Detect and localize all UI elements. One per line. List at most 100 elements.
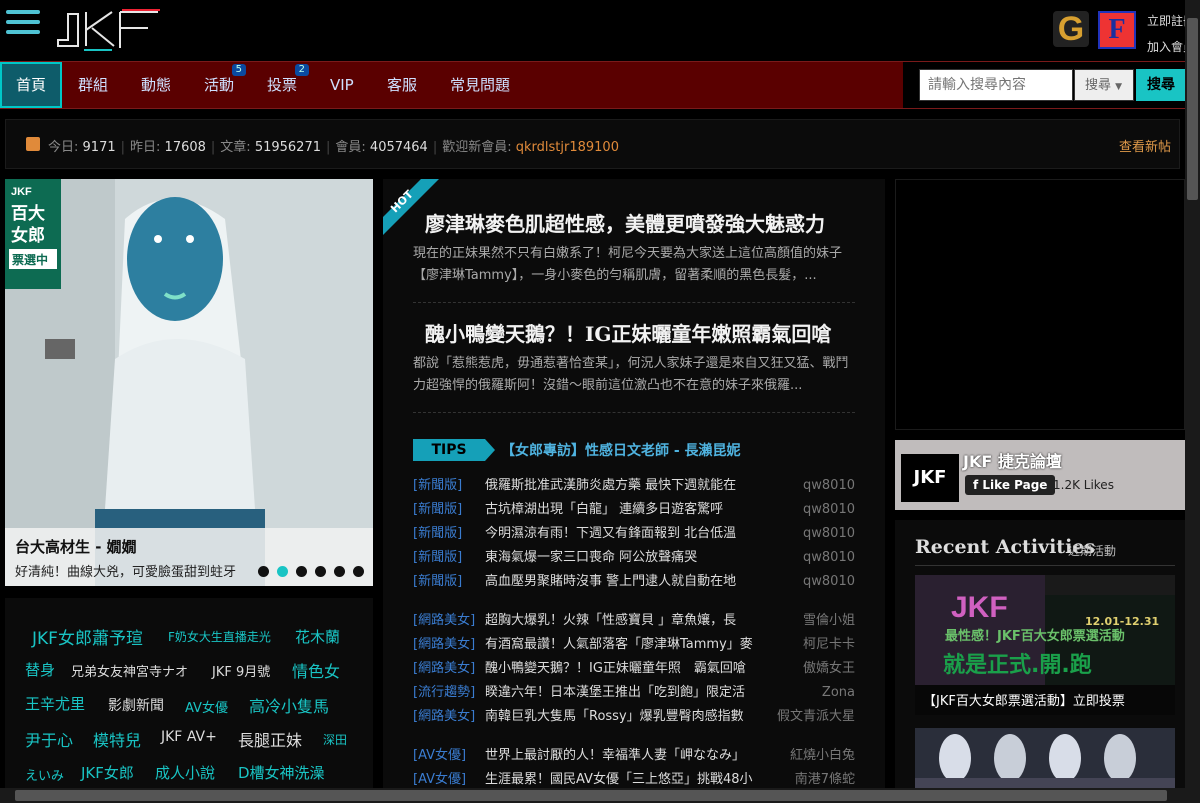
google-login-button[interactable]: G xyxy=(1053,11,1089,47)
carousel-dot-5[interactable] xyxy=(334,566,345,577)
author-link[interactable]: qw8010 xyxy=(803,522,855,546)
thread-title[interactable]: 有酒窩最讚！人氣部落客「廖津琳Tammy」麥 xyxy=(485,633,785,657)
thread-title[interactable]: 醜小鴨變天鵝？！IG正妹曬童年照 霸氣回嗆 xyxy=(485,657,785,681)
category-link[interactable]: [網路美女] xyxy=(413,609,475,633)
tag-link[interactable]: F奶女大生直播走光 xyxy=(168,628,271,645)
nav-support[interactable]: 客服 xyxy=(387,62,417,108)
fb-page-name[interactable]: JKF 捷克論壇 xyxy=(963,448,1062,472)
tag-link[interactable]: 情色女 xyxy=(292,658,340,682)
scrollbar-thumb[interactable] xyxy=(15,790,1167,801)
horizontal-scrollbar[interactable] xyxy=(0,788,1200,803)
list-item[interactable]: [網路美女] 有酒窩最讚！人氣部落客「廖津琳Tammy」麥 柯尼卡卡 xyxy=(413,633,855,657)
search-type-select[interactable]: 搜尋 ▼ xyxy=(1074,69,1134,101)
thread-title[interactable]: 南韓巨乳大隻馬「Rossy」爆乳豐臀肉感指數 xyxy=(485,705,785,729)
list-item[interactable]: [新聞版] 俄羅斯批准武漢肺炎處方藥 最快下週就能在 qw8010 xyxy=(413,474,855,498)
facebook-login-button[interactable]: F xyxy=(1098,11,1136,49)
tag-link[interactable]: 替身 xyxy=(25,659,55,680)
tag-link[interactable]: 花木蘭 xyxy=(295,626,340,647)
author-link[interactable]: 柯尼卡卡 xyxy=(803,633,855,657)
tag-link[interactable]: JKF女郎 xyxy=(81,762,134,783)
list-item[interactable]: [網路美女] 超胸大爆乳！火辣「性感寶貝 」章魚孃，長 雪倫小姐 xyxy=(413,609,855,633)
carousel-title[interactable]: 台大高材生 - 嫺嫺 xyxy=(15,536,137,557)
nav-events[interactable]: 活動 5 xyxy=(204,62,247,108)
list-item[interactable]: [新聞版] 東海氣爆一家三口喪命 阿公放聲痛哭 qw8010 xyxy=(413,546,855,570)
scrollbar-thumb[interactable] xyxy=(1187,18,1198,200)
nav-feed[interactable]: 動態 xyxy=(141,62,171,108)
tag-link[interactable]: 高冷小隻馬 xyxy=(249,693,329,717)
fb-like-button[interactable]: f Like Page xyxy=(965,475,1056,495)
category-link[interactable]: [AV女優] xyxy=(413,744,466,768)
banner-caption[interactable]: 【JKF百大女郎票選活動】立即投票 xyxy=(923,690,1125,709)
tag-link[interactable]: 深田 xyxy=(323,731,347,748)
category-link[interactable]: [新聞版] xyxy=(413,522,462,546)
list-item[interactable]: [網路美女] 南韓巨乳大隻馬「Rossy」爆乳豐臀肉感指數 假文青派大星 xyxy=(413,705,855,729)
category-link[interactable]: [網路美女] xyxy=(413,657,475,681)
list-item[interactable]: [AV女優] 世界上最討厭的人！幸福準人妻「岬ななみ」 紅燒小白兔 xyxy=(413,744,855,768)
author-link[interactable]: 紅燒小白兔 xyxy=(790,744,855,768)
menu-icon[interactable] xyxy=(6,10,40,40)
carousel-dot-2[interactable] xyxy=(277,566,288,577)
author-link[interactable]: qw8010 xyxy=(803,546,855,570)
author-link[interactable]: 傲嬌女王 xyxy=(803,657,855,681)
thread-title[interactable]: 超胸大爆乳！火辣「性感寶貝 」章魚孃，長 xyxy=(485,609,785,633)
activity-banner[interactable] xyxy=(915,728,1175,795)
tag-link[interactable]: 成人小說 xyxy=(155,762,215,783)
view-new-posts-link[interactable]: 查看新帖 xyxy=(1119,136,1171,155)
category-link[interactable]: [流行趨勢] xyxy=(413,681,475,705)
tag-link[interactable]: えいみ xyxy=(25,765,64,784)
category-link[interactable]: [新聞版] xyxy=(413,546,462,570)
carousel-dot-6[interactable] xyxy=(353,566,364,577)
nav-vote[interactable]: 投票 2 xyxy=(267,62,310,108)
tag-link[interactable]: D槽女神洗澡 xyxy=(238,762,325,783)
jkf-logo[interactable] xyxy=(54,6,164,52)
category-link[interactable]: [新聞版] xyxy=(413,570,462,594)
tag-link[interactable]: AV女優 xyxy=(185,697,228,716)
tag-link[interactable]: 長腿正妹 xyxy=(238,727,302,751)
category-link[interactable]: [新聞版] xyxy=(413,474,462,498)
tips-link[interactable]: 【女郎專訪】性感日文老師 - 長瀨昆妮 xyxy=(501,440,741,460)
list-item[interactable]: [新聞版] 古坑樟湖出現「白龍」 連續多日遊客驚呼 qw8010 xyxy=(413,498,855,522)
thread-title[interactable]: 睽違六年！日本漢堡王推出「吃到飽」限定活 xyxy=(485,681,785,705)
tag-link[interactable]: 模特兒 xyxy=(93,727,141,751)
nav-vip[interactable]: VIP xyxy=(330,62,354,108)
thread-title[interactable]: 東海氣爆一家三口喪命 阿公放聲痛哭 xyxy=(485,546,785,570)
tag-link[interactable]: JKF 9月號 xyxy=(212,661,270,680)
thread-title[interactable]: 高血壓男聚賭時沒事 警上門逮人就自動在地 xyxy=(485,570,785,594)
tag-link[interactable]: 影劇新聞 xyxy=(108,695,164,715)
thread-title[interactable]: 今明濕涼有雨！下週又有鋒面報到 北台低溫 xyxy=(485,522,785,546)
list-item[interactable]: [新聞版] 今明濕涼有雨！下週又有鋒面報到 北台低溫 qw8010 xyxy=(413,522,855,546)
list-item[interactable]: [新聞版] 高血壓男聚賭時沒事 警上門逮人就自動在地 qw8010 xyxy=(413,570,855,594)
nav-groups[interactable]: 群組 xyxy=(78,62,108,108)
carousel-dot-3[interactable] xyxy=(296,566,307,577)
thread-title[interactable]: 世界上最討厭的人！幸福準人妻「岬ななみ」 xyxy=(485,744,785,768)
top100-vote-badge[interactable]: JKF 百大 女郎 票選中 xyxy=(5,179,61,289)
category-link[interactable]: [新聞版] xyxy=(413,498,462,522)
vertical-scrollbar[interactable] xyxy=(1185,0,1200,788)
author-link[interactable]: qw8010 xyxy=(803,498,855,522)
carousel-dot-4[interactable] xyxy=(315,566,326,577)
category-link[interactable]: [網路美女] xyxy=(413,705,475,729)
newest-member-link[interactable]: qkrdlstjr189100 xyxy=(516,140,619,155)
author-link[interactable]: Zona xyxy=(822,681,855,705)
tag-link[interactable]: JKF AV+ xyxy=(161,729,217,745)
thread-title[interactable]: 古坑樟湖出現「白龍」 連續多日遊客驚呼 xyxy=(485,498,785,522)
author-link[interactable]: qw8010 xyxy=(803,570,855,594)
category-link[interactable]: [網路美女] xyxy=(413,633,475,657)
tag-link[interactable]: 兄弟女友神宮寺ナオ xyxy=(71,661,188,680)
author-link[interactable]: 雪倫小姐 xyxy=(803,609,855,633)
activity-banner[interactable]: JKF 12.01-12.31 最性感！JKF百大女郎票選活動 就是正式.開.跑… xyxy=(915,575,1175,715)
list-item[interactable]: [網路美女] 醜小鴨變天鵝？！IG正妹曬童年照 霸氣回嗆 傲嬌女王 xyxy=(413,657,855,681)
nav-home[interactable]: 首頁 xyxy=(0,62,63,108)
author-link[interactable]: qw8010 xyxy=(803,474,855,498)
list-item[interactable]: [流行趨勢] 睽違六年！日本漢堡王推出「吃到飽」限定活 Zona xyxy=(413,681,855,705)
tag-link[interactable]: 王辛尤里 xyxy=(25,693,85,714)
facebook-page-widget[interactable]: JKF JKF 捷克論壇 f Like Page 1.2K Likes xyxy=(895,440,1185,510)
nav-faq[interactable]: 常見問題 xyxy=(450,62,510,108)
search-input[interactable] xyxy=(919,69,1073,101)
author-link[interactable]: 假文青派大星 xyxy=(777,705,855,729)
search-button[interactable]: 搜尋 xyxy=(1136,69,1186,101)
thread-title[interactable]: 俄羅斯批准武漢肺炎處方藥 最快下週就能在 xyxy=(485,474,785,498)
featured-carousel[interactable]: JKF 百大 女郎 票選中 台大高材生 - 嫺嫺 好清純！曲線大兇，可愛臉蛋甜到… xyxy=(5,179,373,586)
tag-link[interactable]: JKF女郎蕭予瑄 xyxy=(32,624,143,649)
tag-link[interactable]: 尹于心 xyxy=(25,727,73,751)
